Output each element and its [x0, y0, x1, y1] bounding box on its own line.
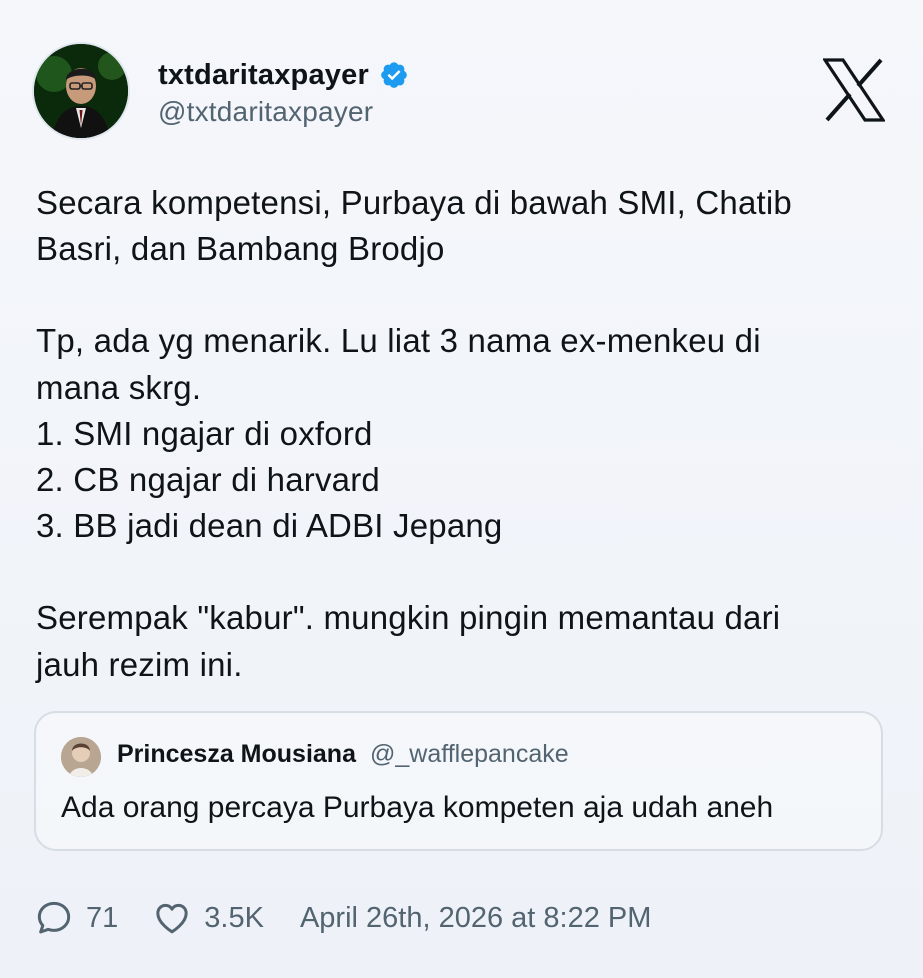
- tweet-footer: 71 3.5K April 26th, 2026 at 8:22 PM: [34, 894, 651, 942]
- quoted-tweet[interactable]: Princesza Mousiana @_wafflepancake Ada o…: [34, 711, 883, 851]
- comment-icon: [37, 901, 71, 934]
- reply-count: 71: [86, 901, 119, 934]
- tweet-paragraph: Tp, ada yg menarik. Lu liat 3 nama ex-me…: [36, 322, 761, 545]
- quoted-header: Princesza Mousiana @_wafflepancake: [117, 740, 569, 769]
- quoted-handle[interactable]: @_wafflepancake: [370, 740, 569, 769]
- tweet-timestamp[interactable]: April 26th, 2026 at 8:22 PM: [300, 902, 651, 935]
- tweet-card: txtdaritaxpayer @txtdaritaxpayer Secara …: [0, 0, 923, 978]
- heart-icon: [156, 903, 188, 934]
- reply-button[interactable]: 71: [34, 898, 118, 938]
- like-count: 3.5K: [204, 901, 264, 934]
- verified-badge-icon: [381, 62, 407, 88]
- quoted-author-avatar[interactable]: [61, 737, 101, 777]
- author-name-row: txtdaritaxpayer: [158, 55, 409, 95]
- tweet-paragraph: Secara kompetensi, Purbaya di bawah SMI,…: [36, 184, 792, 268]
- x-logo-icon[interactable]: [823, 58, 885, 122]
- quoted-display-name[interactable]: Princesza Mousiana: [117, 740, 356, 769]
- author-avatar[interactable]: [34, 44, 128, 138]
- tweet-text: Secara kompetensi, Purbaya di bawah SMI,…: [36, 180, 891, 688]
- like-button[interactable]: 3.5K: [152, 898, 264, 938]
- author-display-name[interactable]: txtdaritaxpayer: [158, 59, 369, 92]
- quoted-text: Ada orang percaya Purbaya kompeten aja u…: [61, 791, 774, 824]
- author-handle[interactable]: @txtdaritaxpayer: [158, 96, 373, 128]
- tweet-paragraph: Serempak "kabur". mungkin pingin memanta…: [36, 599, 781, 683]
- author-photo-icon: [34, 44, 128, 138]
- quoted-author-photo-icon: [61, 737, 101, 777]
